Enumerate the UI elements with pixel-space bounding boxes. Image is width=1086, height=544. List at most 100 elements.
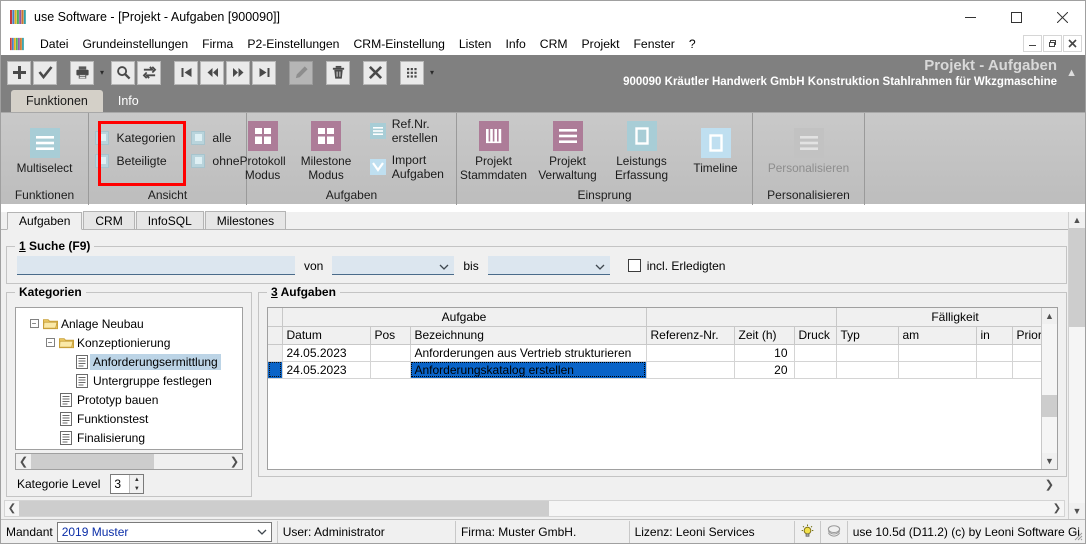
column-header-bezeichnung[interactable]: Bezeichnung <box>410 326 647 345</box>
multiselect-button[interactable]: Multiselect <box>8 123 82 176</box>
column-header-am[interactable]: am <box>898 326 977 345</box>
cell-prioritaet[interactable] <box>1012 361 1041 379</box>
stepper-up-icon[interactable]: ▲ <box>130 475 144 484</box>
content-horizontal-scrollbar[interactable]: ❮ ❯ <box>4 500 1065 517</box>
menu-item-help[interactable]: ? <box>682 35 703 53</box>
cell-in[interactable] <box>976 361 1013 379</box>
scroll-track[interactable] <box>31 454 227 469</box>
cell-prioritaet[interactable] <box>1012 344 1041 362</box>
scroll-track[interactable] <box>1069 228 1085 503</box>
timeline-button[interactable]: Timeline <box>679 123 753 176</box>
menu-item-info[interactable]: Info <box>498 35 532 53</box>
tab-milestones[interactable]: Milestones <box>204 211 287 229</box>
column-header-zeit[interactable]: Zeit (h) <box>734 326 795 345</box>
tree-item-anlage-neubau[interactable]: − Anlage Neubau <box>22 314 238 333</box>
mdi-restore-button[interactable] <box>1043 35 1062 52</box>
kategorien-horizontal-scrollbar[interactable]: ❮ ❯ <box>15 453 243 470</box>
cell-in[interactable] <box>976 344 1013 362</box>
scroll-track[interactable] <box>1042 324 1057 453</box>
cell-druck[interactable] <box>794 361 837 379</box>
checkbox-kategorien-box[interactable] <box>95 130 110 145</box>
mdi-close-button[interactable] <box>1063 35 1082 52</box>
cell-bezeichnung[interactable]: Anforderungen aus Vertrieb strukturieren <box>410 344 647 362</box>
grid-scroll-right[interactable]: ❯ <box>267 477 1058 492</box>
next-record-button[interactable] <box>226 60 250 85</box>
menu-item-fenster[interactable]: Fenster <box>626 35 681 53</box>
cell-am[interactable] <box>898 344 977 362</box>
edit-button[interactable] <box>289 60 313 85</box>
bis-combo[interactable] <box>487 256 610 275</box>
search-button[interactable] <box>111 60 135 85</box>
kategorie-level-input[interactable] <box>111 476 130 492</box>
column-header-pos[interactable]: Pos <box>370 326 411 345</box>
cancel-button[interactable] <box>363 60 387 85</box>
cell-datum[interactable]: 24.05.2023 <box>282 361 371 379</box>
scroll-thumb[interactable] <box>1042 394 1057 417</box>
tree-item-funktionstest[interactable]: Funktionstest <box>22 409 238 428</box>
scroll-down-icon[interactable]: ▼ <box>1042 453 1057 469</box>
checkbox-kategorien[interactable]: Kategorien <box>95 130 175 145</box>
window-vertical-scrollbar[interactable]: ▲ ▼ <box>1068 212 1085 519</box>
tree-item-prototyp-bauen[interactable]: Prototyp bauen <box>22 390 238 409</box>
projekt-verwaltung-button[interactable]: Projekt Verwaltung <box>531 116 605 182</box>
print-dropdown-button[interactable]: ▾ <box>96 61 108 85</box>
grid-button[interactable] <box>400 60 424 85</box>
menu-item-crm-einstellung[interactable]: CRM-Einstellung <box>346 35 451 53</box>
checkbox-alle-box[interactable] <box>191 130 206 145</box>
scroll-right-icon[interactable]: ❯ <box>227 455 242 468</box>
scroll-up-icon[interactable]: ▲ <box>1042 308 1057 324</box>
scroll-thumb[interactable] <box>1069 228 1085 327</box>
menu-item-listen[interactable]: Listen <box>452 35 499 53</box>
cell-pos[interactable] <box>370 361 411 379</box>
scroll-thumb[interactable] <box>31 454 155 469</box>
mandant-combo[interactable]: 2019 Muster <box>56 521 272 542</box>
ref-nr-erstellen-button[interactable]: Ref.Nr. erstellen <box>369 117 466 145</box>
tree-expander[interactable]: − <box>42 333 58 352</box>
last-record-button[interactable] <box>252 60 276 85</box>
cell-typ[interactable] <box>836 361 899 379</box>
protokoll-modus-button[interactable]: Protokoll Modus <box>231 116 294 182</box>
menu-item-projekt[interactable]: Projekt <box>575 35 627 53</box>
print-button[interactable] <box>70 60 94 85</box>
cell-typ[interactable] <box>836 344 899 362</box>
leistungs-erfassung-button[interactable]: Leistungs Erfassung <box>605 116 679 182</box>
tab-infosql[interactable]: InfoSQL <box>135 211 204 229</box>
column-header-typ[interactable]: Typ <box>836 326 899 345</box>
mdi-minimize-button[interactable] <box>1023 35 1042 52</box>
close-button[interactable] <box>1039 1 1085 33</box>
aufgaben-grid[interactable]: Aufgabe Fälligkeit Datum Pos Bezeichnung <box>268 308 1041 469</box>
minimize-button[interactable] <box>947 1 993 33</box>
table-row[interactable]: 24.05.2023 Anforderungskatalog erstellen… <box>268 361 1041 379</box>
grid-vertical-scrollbar[interactable]: ▲ ▼ <box>1041 308 1057 469</box>
checkbox-beteiligte-box[interactable] <box>95 153 110 168</box>
grid-dropdown-button[interactable]: ▾ <box>426 61 438 85</box>
cell-referenz[interactable] <box>646 344 735 362</box>
table-row[interactable]: 24.05.2023 Anforderungen aus Vertrieb st… <box>268 344 1041 362</box>
cell-zeit[interactable]: 10 <box>734 344 795 362</box>
milestone-modus-button[interactable]: Milestone Modus <box>294 116 357 182</box>
tree-item-konzeptionierung[interactable]: − Konzeptionierung <box>22 333 238 352</box>
tree-item-untergruppe-festlegen[interactable]: Untergruppe festlegen <box>22 371 238 390</box>
menu-item-crm[interactable]: CRM <box>533 35 575 53</box>
column-header-datum[interactable]: Datum <box>282 326 371 345</box>
personalisieren-button[interactable]: Personalisieren <box>759 123 859 176</box>
chevron-up-icon[interactable]: ▲ <box>1066 67 1077 79</box>
incl-erledigten-checkbox[interactable]: incl. Erledigten <box>627 259 725 273</box>
von-input[interactable] <box>332 256 455 275</box>
menu-item-p2-einstellungen[interactable]: P2-Einstellungen <box>240 35 346 53</box>
checkbox-beteiligte[interactable]: Beteiligte <box>95 153 175 168</box>
checkbox-ohne-box[interactable] <box>191 153 206 168</box>
scroll-up-icon[interactable]: ▲ <box>1069 212 1085 228</box>
resize-grip-icon[interactable] <box>1071 529 1083 541</box>
tab-aufgaben[interactable]: Aufgaben <box>7 212 83 230</box>
cell-pos[interactable] <box>370 344 411 362</box>
menu-item-grundeinstellungen[interactable]: Grundeinstellungen <box>75 35 195 53</box>
scroll-thumb[interactable] <box>19 501 549 516</box>
kategorie-level-stepper[interactable]: ▲ ▼ <box>110 474 145 494</box>
cell-datum[interactable]: 24.05.2023 <box>282 344 371 362</box>
menu-item-firma[interactable]: Firma <box>195 35 240 53</box>
von-combo[interactable] <box>332 256 455 275</box>
maximize-button[interactable] <box>993 1 1039 33</box>
search-input[interactable] <box>17 256 295 275</box>
scroll-down-icon[interactable]: ▼ <box>1069 503 1085 519</box>
